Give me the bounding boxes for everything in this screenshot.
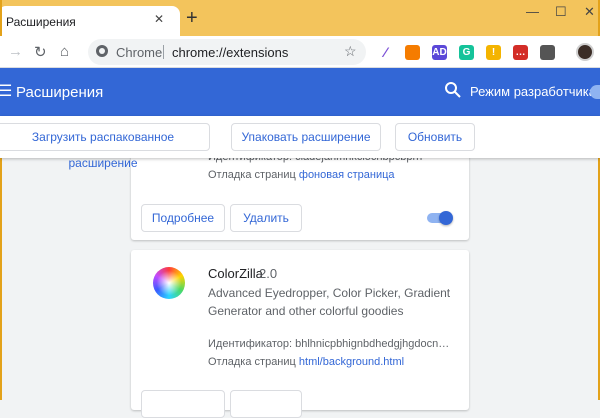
extensions-header: ☰ Расширения Режим разработчика — [0, 68, 600, 116]
extension-version: 2.0 — [259, 266, 278, 281]
close-window-button[interactable]: ✕ — [584, 4, 595, 20]
details-button[interactable]: Подробнее — [141, 204, 225, 232]
eyedropper-icon[interactable] — [540, 45, 555, 60]
details-button[interactable] — [141, 390, 225, 418]
reload-icon[interactable]: ↻ — [34, 43, 47, 61]
menu-icon[interactable]: ☰ — [0, 81, 12, 101]
title-bar: Расширения ✕ + — ☐ ✕ — [0, 0, 600, 36]
update-button[interactable]: Обновить — [395, 123, 475, 151]
developer-mode-toggle[interactable] — [590, 85, 600, 99]
adblock-icon[interactable]: AD — [432, 45, 447, 60]
address-bar[interactable]: Chrome chrome://extensions ☆ — [88, 39, 366, 65]
developer-actions-bar: Загрузить распакованное расширение Упако… — [0, 116, 600, 170]
bookmark-star-icon[interactable]: ☆ — [344, 43, 357, 60]
developer-mode-label: Режим разработчика — [470, 84, 597, 99]
chrome-page-icon — [96, 45, 108, 57]
omnibox-url[interactable]: chrome://extensions — [172, 45, 288, 60]
page-title: Расширения — [16, 84, 104, 101]
maximize-button[interactable]: ☐ — [555, 4, 567, 20]
home-icon[interactable]: ⌂ — [60, 43, 69, 60]
half-circle-icon[interactable] — [405, 45, 420, 60]
remove-button[interactable] — [230, 390, 302, 418]
tab-close-icon[interactable]: ✕ — [154, 12, 164, 26]
inspect-background-link[interactable]: фоновая страница — [299, 169, 395, 181]
inspect-label: Отладка страниц — [208, 169, 296, 181]
minimize-button[interactable]: — — [526, 4, 539, 19]
feather-icon[interactable]: ⁄ — [378, 45, 393, 60]
inspect-background-link[interactable]: html/background.html — [299, 356, 404, 368]
colorzilla-logo-icon — [153, 267, 185, 299]
search-icon[interactable] — [444, 81, 462, 99]
profile-avatar[interactable] — [576, 43, 594, 61]
omnibox-separator — [163, 45, 164, 59]
keep-icon[interactable]: ! — [486, 45, 501, 60]
tab-title: Расширения — [6, 15, 76, 29]
extension-card-colorzilla: ColorZilla 2.0 Advanced Eyedropper, Colo… — [131, 250, 469, 418]
inspect-label: Отладка страниц — [208, 356, 296, 368]
remove-button[interactable]: Удалить — [230, 204, 302, 232]
inspect-views: Отладка страниц html/background.html — [208, 356, 404, 368]
extension-description: Advanced Eyedropper, Color Picker, Gradi… — [208, 286, 451, 318]
new-tab-button[interactable]: + — [186, 8, 198, 28]
toggle-knob — [439, 211, 453, 225]
browser-tab-extensions[interactable]: Расширения ✕ — [0, 6, 180, 36]
inspect-views: Отладка страниц фоновая страница — [208, 169, 395, 181]
omnibox-scheme: Chrome — [116, 45, 163, 60]
grammarly-icon[interactable]: G — [459, 45, 474, 60]
load-unpacked-button[interactable]: Загрузить распакованное расширение — [0, 123, 210, 170]
forward-icon[interactable]: → — [8, 43, 23, 60]
browser-toolbar: → ↻ ⌂ Chrome chrome://extensions ☆ ⁄ AD G!… — [0, 36, 600, 68]
extension-id: Идентификатор: bhlhnicpbhignbdhedgjhgdoc… — [208, 338, 448, 350]
pack-extension-button[interactable]: Упаковать расширение — [231, 123, 381, 151]
extension-name: ColorZilla — [208, 266, 263, 281]
lastpass-icon[interactable]: … — [513, 45, 528, 60]
